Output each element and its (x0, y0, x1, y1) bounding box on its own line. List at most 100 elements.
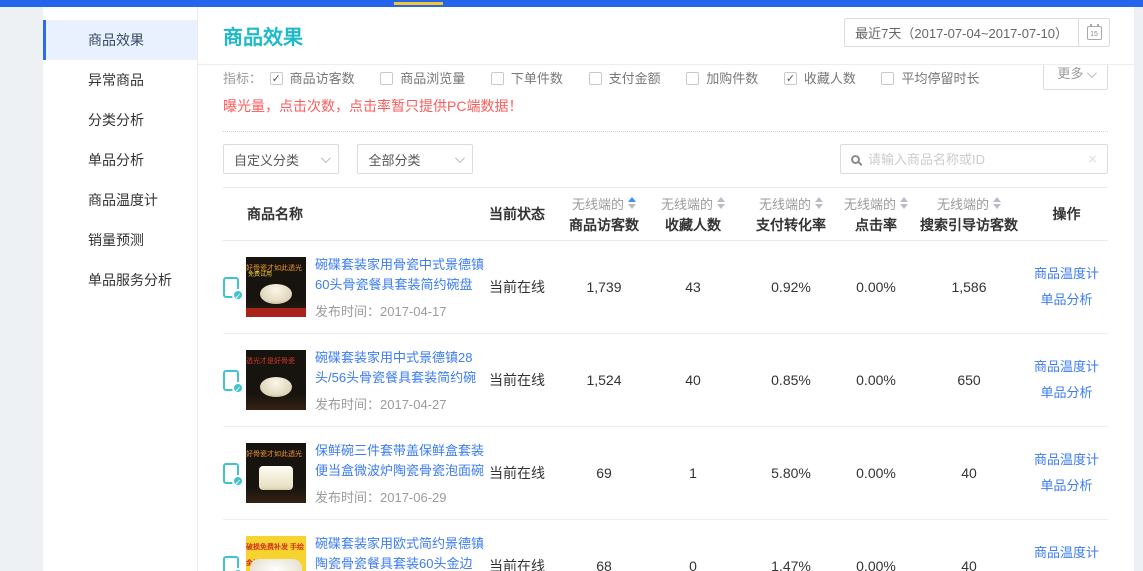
sidebar-item-abnormal-products[interactable]: 异常商品 (43, 60, 197, 100)
bowl-image (260, 377, 292, 397)
all-category-select[interactable]: 全部分类 (357, 144, 473, 174)
metric-product-visitors[interactable]: 商品访客数 (270, 70, 355, 88)
metric-avg-stay-time[interactable]: 平均停留时长 (881, 70, 979, 88)
pay-conversion-value: 0.92% (743, 241, 839, 334)
product-thermometer-link[interactable]: 商品温度计 (1025, 447, 1108, 473)
page-header: 商品效果 最近7天（2017-07-04~2017-07-10） 15 (198, 7, 1143, 57)
clear-search-icon[interactable]: × (1088, 152, 1097, 167)
checkbox-icon[interactable] (589, 72, 602, 85)
favorites-value: 0 (643, 520, 743, 571)
metric-payment-amount[interactable]: 支付金额 (589, 70, 661, 88)
calendar-button[interactable]: 15 (1078, 19, 1109, 46)
pay-conversion-value: 5.80% (743, 427, 839, 520)
sidebar-item-product-effect[interactable]: 商品效果 (43, 20, 197, 60)
date-range-picker[interactable]: 最近7天（2017-07-04~2017-07-10） 15 (844, 18, 1110, 47)
sidebar-item-product-thermometer[interactable]: 商品温度计 (43, 180, 197, 220)
sort-icon[interactable] (717, 197, 725, 209)
sidebar-item-sales-forecast[interactable]: 销量预测 (43, 220, 197, 260)
search-visitors-value: 1,586 (913, 241, 1025, 334)
search-visitors-value: 650 (913, 334, 1025, 427)
mobile-online-icon: ✓ (223, 463, 239, 484)
metrics-label: 指标： (223, 71, 262, 86)
col-wireless-search-visitors: 无线端的 搜索引导访客数 (913, 188, 1025, 241)
click-rate-value: 0.00% (839, 427, 913, 520)
top-nav-bar (0, 0, 1143, 7)
metric-order-count[interactable]: 下单件数 (491, 70, 563, 88)
checkbox-checked-icon[interactable] (784, 72, 797, 85)
metric-product-views[interactable]: 商品浏览量 (380, 70, 465, 88)
product-thermometer-link[interactable]: 商品温度计 (1025, 540, 1108, 566)
item-analysis-link[interactable]: 单品分析 (1025, 380, 1108, 406)
col-wireless-pay-conversion: 无线端的 支付转化率 (743, 188, 839, 241)
sort-icon[interactable] (993, 197, 1001, 209)
table-header-row: 商品名称 当前状态 无线端的 商品访客数 无线端的 收藏人数 无线端的 支付转化… (223, 188, 1108, 241)
status-text: 当前在线 (489, 334, 565, 427)
product-thermometer-link[interactable]: 商品温度计 (1025, 354, 1108, 380)
product-search-box: × (840, 144, 1108, 174)
dishes-image (250, 559, 302, 571)
product-thermometer-link[interactable]: 商品温度计 (1025, 261, 1108, 287)
mobile-online-icon: ✓ (223, 370, 239, 391)
favorites-value: 40 (643, 334, 743, 427)
pay-conversion-value: 0.85% (743, 334, 839, 427)
product-thumbnail[interactable]: 破损免费补发 手绘金边 (246, 536, 306, 571)
custom-category-select[interactable]: 自定义分类 (223, 144, 339, 174)
lunchbox-image (259, 466, 293, 490)
col-current-status: 当前状态 (489, 188, 565, 241)
pc-data-notice: 曝光量，点击次数，点击率暂只提供PC端数据！ (223, 96, 1108, 116)
thumbnail-banner (246, 308, 306, 317)
metric-cart-count[interactable]: 加购件数 (686, 70, 758, 88)
metric-favorites-count[interactable]: 收藏人数 (784, 70, 856, 88)
dotted-divider (223, 131, 1108, 132)
product-thumbnail[interactable]: 好骨瓷才如此透光 免费试用 (246, 257, 306, 317)
mobile-online-icon: ✓ (223, 556, 239, 571)
checkbox-icon[interactable] (881, 72, 894, 85)
product-title-link[interactable]: 保鲜碗三件套带盖保鲜盒套装便当盒微波炉陶瓷骨瓷泡面碗 (315, 441, 485, 481)
content-scroll-area: 指标： 商品访客数 商品浏览量 下单件数 支付金额 加购件数 收藏人数 平均停留… (198, 64, 1134, 571)
visitors-value: 1,524 (565, 334, 643, 427)
publish-date: 发布时间：2017-04-27 (315, 394, 485, 413)
filter-bar: 自定义分类 全部分类 × (223, 144, 1108, 174)
mobile-online-icon: ✓ (223, 277, 239, 298)
checkbox-checked-icon[interactable] (270, 72, 283, 85)
visitors-value: 68 (565, 520, 643, 571)
publish-date: 发布时间：2017-04-17 (315, 301, 485, 320)
table-row: ✓ 破损免费补发 手绘金边 碗碟套装家用欧式简约景德镇陶瓷骨瓷餐具套装60头金边… (223, 520, 1108, 571)
sort-icon[interactable] (815, 197, 823, 209)
table-row: ✓ 好骨瓷才如此透光 保鲜碗三件套带盖保鲜盒套装便当盒微波炉陶瓷骨瓷泡面碗 发布… (223, 427, 1108, 520)
status-text: 当前在线 (489, 520, 565, 571)
item-analysis-link[interactable]: 单品分析 (1025, 566, 1108, 571)
product-thumbnail[interactable]: 透光才是好骨瓷 (246, 350, 306, 410)
favorites-value: 1 (643, 427, 743, 520)
search-visitors-value: 40 (913, 520, 1025, 571)
product-title-link[interactable]: 碗碟套装家用欧式简约景德镇陶瓷骨瓷餐具套装60头金边 (315, 534, 485, 571)
vertical-scrollbar[interactable] (1134, 7, 1143, 571)
visitors-value: 69 (565, 427, 643, 520)
date-range-text: 最近7天（2017-07-04~2017-07-10） (845, 23, 1078, 42)
item-analysis-link[interactable]: 单品分析 (1025, 287, 1108, 313)
sidebar-item-item-analysis[interactable]: 单品分析 (43, 140, 197, 180)
product-thumbnail[interactable]: 好骨瓷才如此透光 (246, 443, 306, 503)
sort-icon[interactable] (900, 197, 908, 209)
calendar-icon: 15 (1087, 26, 1102, 40)
sidebar-item-item-service-analysis[interactable]: 单品服务分析 (43, 260, 197, 300)
click-rate-value: 0.00% (839, 241, 913, 334)
product-title-link[interactable]: 碗碟套装家用骨瓷中式景德镇60头骨瓷餐具套装简约碗盘 (315, 255, 485, 295)
chevron-down-icon (1087, 68, 1097, 78)
table-row: ✓ 好骨瓷才如此透光 免费试用 碗碟套装家用骨瓷中式景德镇60头骨瓷餐具套装简约… (223, 241, 1108, 334)
status-text: 当前在线 (489, 427, 565, 520)
col-product-name: 商品名称 (223, 188, 489, 241)
sort-icon[interactable] (628, 197, 636, 209)
table-row: ✓ 透光才是好骨瓷 碗碟套装家用中式景德镇28头/56头骨瓷餐具套装简约碗 发布… (223, 334, 1108, 427)
checkbox-icon[interactable] (380, 72, 393, 85)
more-metrics-button[interactable]: 更多 (1043, 64, 1108, 90)
checkbox-icon[interactable] (686, 72, 699, 85)
checkbox-icon[interactable] (491, 72, 504, 85)
item-analysis-link[interactable]: 单品分析 (1025, 473, 1108, 499)
metrics-checkbox-row: 指标： 商品访客数 商品浏览量 下单件数 支付金额 加购件数 收藏人数 平均停留… (223, 64, 1108, 88)
click-rate-value: 0.00% (839, 520, 913, 571)
product-title-link[interactable]: 碗碟套装家用中式景德镇28头/56头骨瓷餐具套装简约碗 (315, 348, 485, 388)
bowl-image (260, 284, 292, 304)
sidebar-item-category-analysis[interactable]: 分类分析 (43, 100, 197, 140)
search-input[interactable] (868, 152, 1080, 167)
